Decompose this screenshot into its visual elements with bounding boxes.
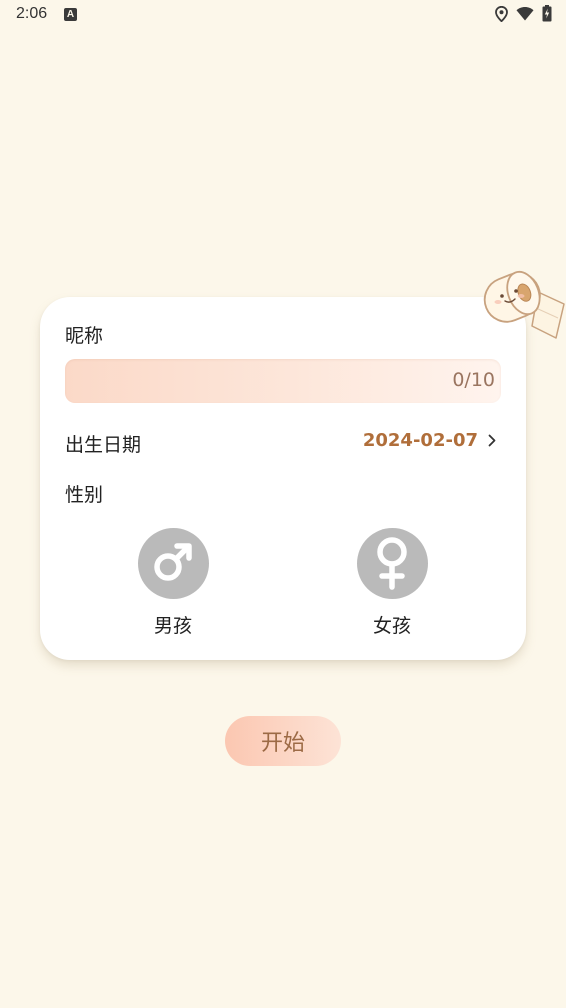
- gender-label: 性别: [65, 484, 104, 506]
- chevron-right-icon: [488, 434, 496, 447]
- wifi-icon: [516, 6, 534, 21]
- male-symbol-icon: [148, 537, 198, 591]
- gender-boy-label: 男孩: [153, 615, 192, 637]
- birth-date-label: 出生日期: [65, 434, 142, 456]
- male-circle[interactable]: [137, 528, 209, 599]
- profile-card: 昵称 0/10 出生日期 2024-02-07 性别 男孩 女孩: [40, 297, 526, 660]
- female-symbol-icon: [367, 534, 417, 594]
- birth-date-picker[interactable]: 2024-02-07: [363, 430, 496, 451]
- notification-a-icon: A: [64, 8, 77, 21]
- location-icon: [495, 5, 508, 22]
- gender-option-boy[interactable]: 男孩: [128, 528, 218, 638]
- gender-girl-label: 女孩: [372, 615, 411, 637]
- status-icons: [495, 5, 552, 22]
- gender-option-girl[interactable]: 女孩: [347, 528, 437, 638]
- status-time: 2:06: [16, 5, 48, 22]
- start-button[interactable]: 开始: [225, 716, 341, 766]
- status-bar: 2:06 A: [0, 0, 566, 30]
- battery-charging-icon: [542, 5, 552, 22]
- nickname-input[interactable]: 0/10: [65, 359, 501, 403]
- female-circle[interactable]: [356, 528, 428, 599]
- nickname-char-counter: 0/10: [452, 369, 495, 391]
- toilet-paper-mascot-icon: [476, 252, 566, 344]
- nickname-label: 昵称: [65, 325, 104, 347]
- birth-date-value: 2024-02-07: [362, 430, 478, 451]
